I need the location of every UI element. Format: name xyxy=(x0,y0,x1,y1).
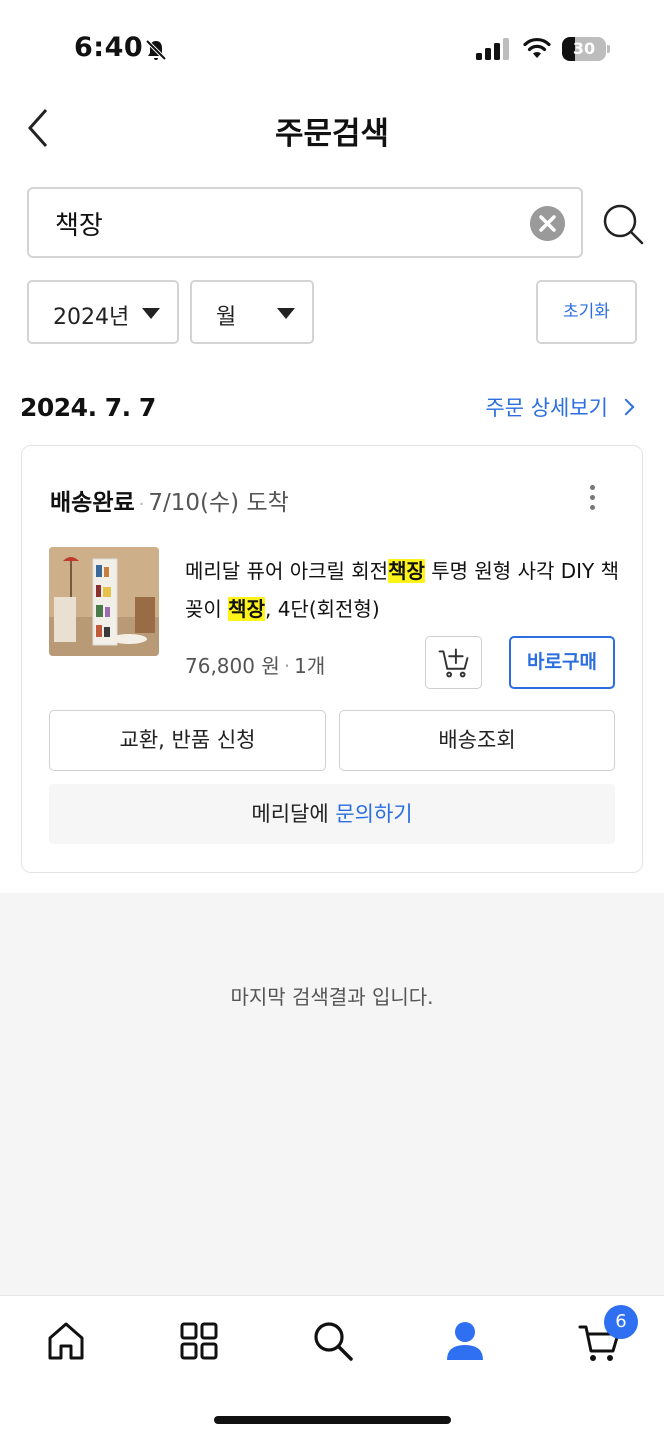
search-button[interactable] xyxy=(601,202,645,246)
order-card: 배송완료 · 7/10(수) 도착 메리달 퓨어 아크릴 회전책장 투명 원형 사각… xyxy=(21,445,643,873)
my-page-icon[interactable] xyxy=(440,1316,490,1366)
status-bar: 6:40 30 xyxy=(0,0,664,90)
cart-plus-icon xyxy=(438,648,469,678)
results-end-area: 마지막 검색결과 입니다. xyxy=(0,893,664,1295)
categories-icon[interactable] xyxy=(174,1316,224,1366)
arrival-date: 7/10(수) 도착 xyxy=(148,490,289,516)
end-of-results-message: 마지막 검색결과 입니다. xyxy=(230,985,434,1009)
caret-down-icon xyxy=(277,308,295,319)
product-name-part: , 4단(회전형) xyxy=(264,597,380,621)
status-separator: · xyxy=(138,494,145,515)
more-options-button[interactable] xyxy=(582,482,602,514)
more-vertical-icon xyxy=(582,485,602,510)
inquiry-link[interactable]: 문의하기 xyxy=(335,802,412,826)
product-quantity: 1개 xyxy=(294,654,326,678)
add-to-cart-button[interactable] xyxy=(425,636,482,689)
search-icon[interactable] xyxy=(308,1316,358,1366)
wifi-icon xyxy=(523,37,551,58)
price-separator: · xyxy=(283,654,291,678)
order-detail-link[interactable]: 주문 상세보기 xyxy=(485,392,635,422)
month-select-value: 월 xyxy=(216,305,237,330)
chevron-right-icon xyxy=(617,398,635,416)
product-name[interactable]: 메리달 퓨어 아크릴 회전책장 투명 원형 사각 DIY 책꽂이 책장, 4단(… xyxy=(185,552,625,628)
page-title: 주문검색 xyxy=(274,116,390,152)
search-highlight: 책장 xyxy=(228,597,265,621)
signal-icon xyxy=(476,38,509,60)
delivery-status-line: 배송완료 · 7/10(수) 도착 xyxy=(50,483,289,517)
order-detail-label: 주문 상세보기 xyxy=(485,396,608,420)
cart-count-badge: 6 xyxy=(604,1305,638,1339)
search-highlight: 책장 xyxy=(388,559,425,583)
reset-button[interactable]: 초기화 xyxy=(536,280,637,344)
buy-now-button[interactable]: 바로구매 xyxy=(509,636,615,689)
price-line: 76,800 원 · 1개 xyxy=(185,650,325,679)
month-select[interactable]: 월 xyxy=(190,280,314,344)
year-select[interactable]: 2024년 xyxy=(27,280,179,344)
home-icon[interactable] xyxy=(41,1316,91,1366)
year-select-value: 2024년 xyxy=(53,305,130,330)
search-icon xyxy=(603,204,644,245)
product-thumbnail[interactable] xyxy=(49,547,159,656)
product-price: 76,800 원 xyxy=(185,654,280,678)
caret-down-icon xyxy=(142,308,160,319)
battery-level: 30 xyxy=(572,39,596,58)
home-indicator xyxy=(214,1416,451,1424)
clear-search-button[interactable] xyxy=(530,206,565,241)
battery-icon: 30 xyxy=(562,37,610,61)
header: 주문검색 xyxy=(0,90,664,170)
exchange-return-button[interactable]: 교환, 반품 신청 xyxy=(49,710,326,771)
search-box xyxy=(27,187,583,258)
order-date: 2024. 7. 7 xyxy=(20,393,156,422)
product-name-part: 메리달 퓨어 아크릴 회전 xyxy=(185,559,389,583)
status-time: 6:40 xyxy=(74,32,144,63)
track-delivery-button[interactable]: 배송조회 xyxy=(339,710,615,771)
bell-slash-icon xyxy=(145,39,167,61)
delivery-status: 배송완료 xyxy=(50,490,135,516)
search-input[interactable] xyxy=(55,199,525,247)
seller-inquiry: 메리달에 문의하기 xyxy=(49,784,615,844)
seller-name: 메리달에 xyxy=(251,802,329,826)
